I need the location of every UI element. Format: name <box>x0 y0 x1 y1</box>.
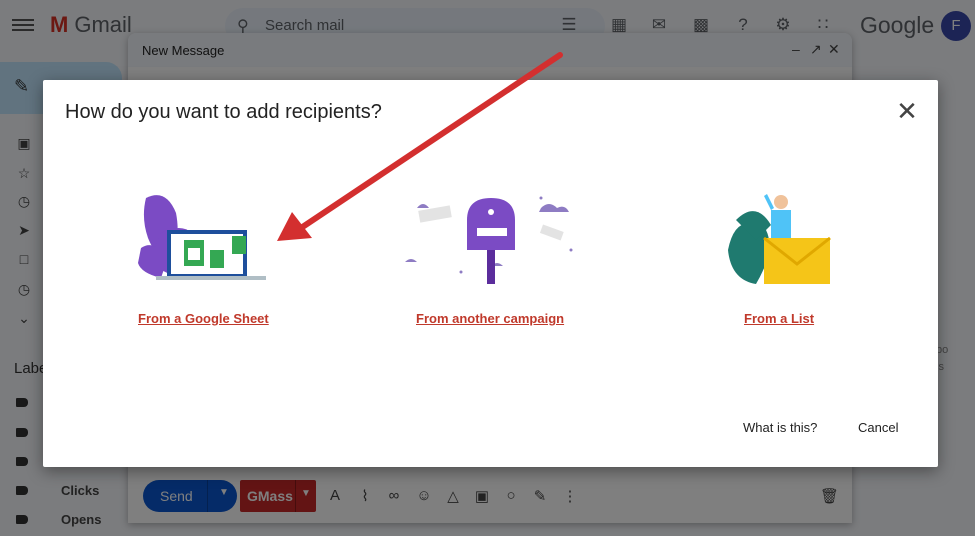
option-list-link[interactable]: From a List <box>744 311 814 326</box>
list-envelope-illustration[interactable] <box>726 190 834 286</box>
dialog-title: How do you want to add recipients? <box>65 101 382 123</box>
recipients-dialog: How do you want to add recipients? ✕ Fro… <box>43 80 938 467</box>
google-sheet-illustration[interactable] <box>136 188 271 288</box>
cancel-button[interactable]: Cancel <box>858 420 898 435</box>
what-is-this-button[interactable]: What is this? <box>743 420 817 435</box>
option-another-campaign-link[interactable]: From another campaign <box>416 311 564 326</box>
campaign-mailbox-illustration[interactable] <box>401 190 583 290</box>
option-google-sheet-link[interactable]: From a Google Sheet <box>138 311 269 326</box>
close-icon[interactable]: ✕ <box>895 96 919 126</box>
